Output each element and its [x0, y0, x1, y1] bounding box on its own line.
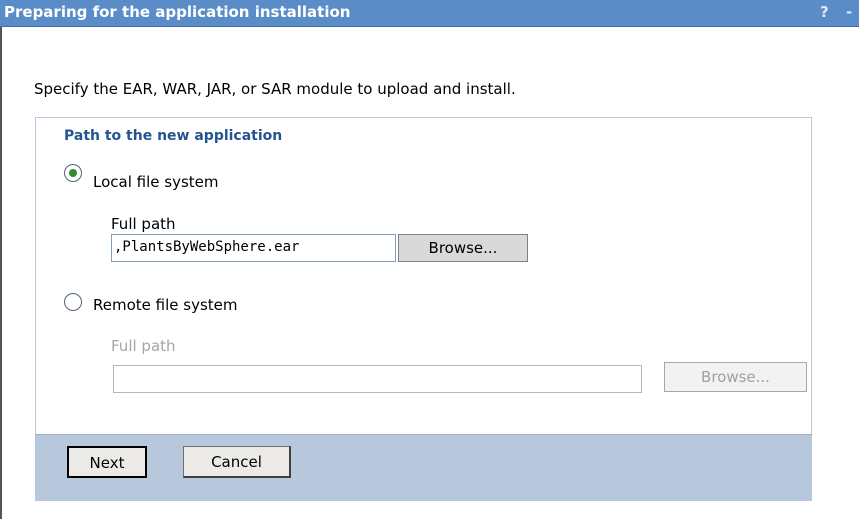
dialog-left-border — [0, 27, 2, 519]
local-browse-button[interactable]: Browse... — [398, 234, 528, 262]
local-file-system-radio[interactable] — [64, 164, 82, 182]
help-icon[interactable]: ? — [820, 3, 829, 21]
remote-full-path-input[interactable] — [113, 365, 642, 393]
dialog-title-bar: Preparing for the application installati… — [0, 0, 859, 27]
cancel-button[interactable]: Cancel — [183, 446, 291, 478]
local-file-system-label[interactable]: Local file system — [93, 173, 219, 191]
remote-browse-button[interactable]: Browse... — [664, 362, 807, 392]
local-full-path-label: Full path — [111, 215, 176, 233]
dialog-footer — [35, 434, 812, 501]
minimize-icon[interactable]: - — [846, 3, 852, 21]
instruction-text: Specify the EAR, WAR, JAR, or SAR module… — [34, 80, 516, 98]
remote-file-system-label[interactable]: Remote file system — [93, 296, 238, 314]
path-group-legend: Path to the new application — [60, 128, 287, 144]
local-full-path-input[interactable]: ,PlantsByWebSphere.ear — [111, 234, 396, 262]
remote-file-system-radio[interactable] — [64, 293, 82, 311]
next-button[interactable]: Next — [67, 446, 147, 478]
dialog-title: Preparing for the application installati… — [4, 3, 351, 21]
remote-full-path-label: Full path — [111, 337, 176, 355]
